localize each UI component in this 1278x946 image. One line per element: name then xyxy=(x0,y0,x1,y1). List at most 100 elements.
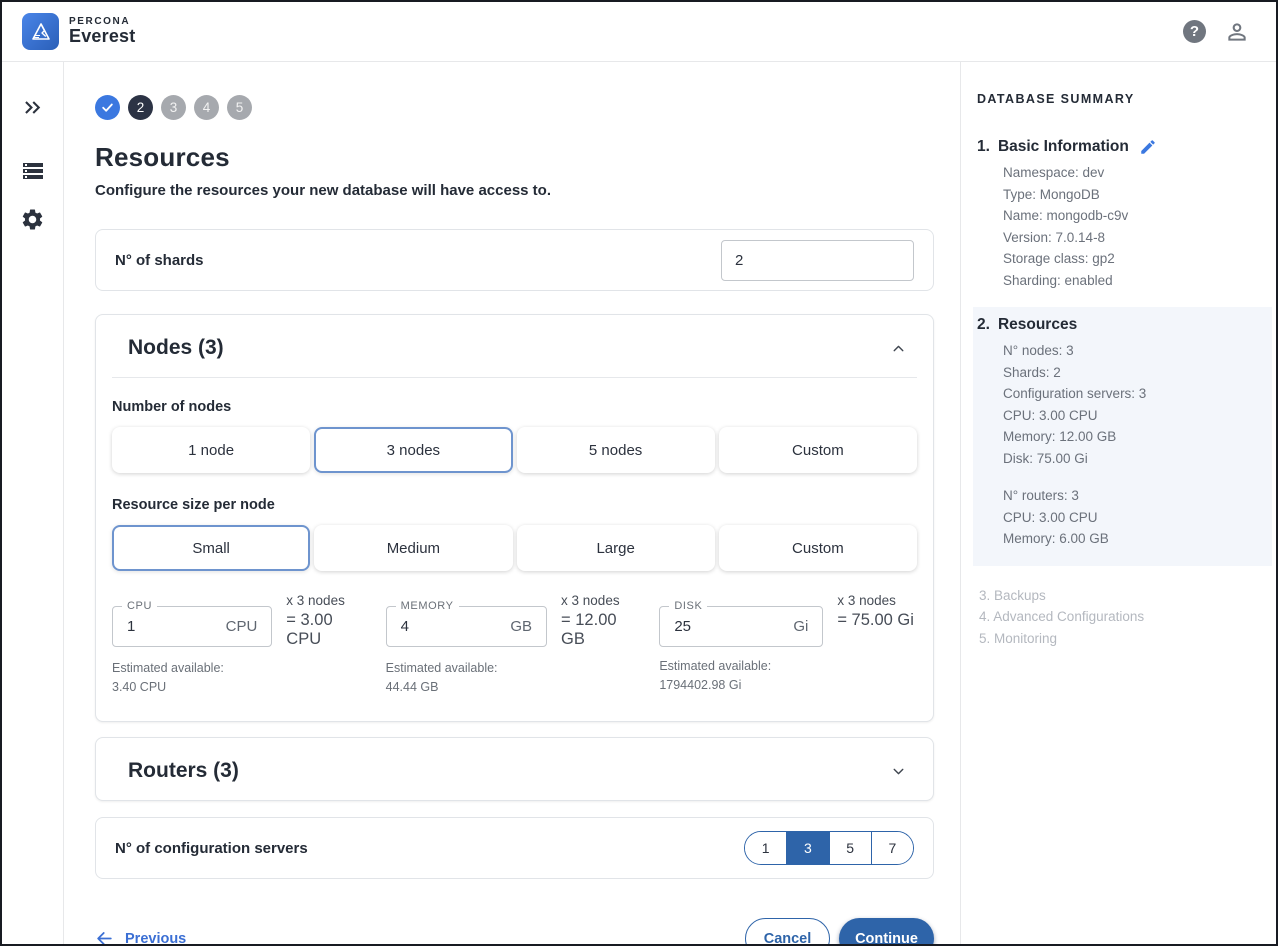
nodes-accordion: Nodes (3) Number of nodes 1 node 3 nodes… xyxy=(95,314,934,722)
summary-line-storage-class: Storage class: gp2 xyxy=(1003,248,1260,270)
disk-estimated-available: Estimated available: 1794402.98 Gi xyxy=(659,657,917,695)
summary-step-monitoring: 5. Monitoring xyxy=(979,628,1260,650)
config-servers-toggle-group: 1 3 5 7 xyxy=(744,831,914,865)
summary-line-config-servers: Configuration servers: 3 xyxy=(1003,383,1260,405)
summary-upcoming-steps: 3. Backups 4. Advanced Configurations 5.… xyxy=(977,585,1260,650)
shards-input[interactable] xyxy=(721,240,914,281)
cpu-estimated-available: Estimated available: 3.40 CPU xyxy=(112,659,370,697)
cpu-resource-column: CPU CPU x 3 nodes = 3.00 CPU E xyxy=(112,593,370,697)
brand-text: PERCONA Everest xyxy=(69,17,135,46)
arrow-left-icon xyxy=(95,929,114,944)
step-2-active[interactable]: 2 xyxy=(128,95,153,120)
routers-accordion-title: Routers (3) xyxy=(128,759,239,783)
summary-line-routers-cpu: CPU: 3.00 CPU xyxy=(1003,507,1260,529)
cpu-input-field[interactable]: CPU CPU xyxy=(112,606,272,647)
percona-everest-logo-icon xyxy=(22,13,59,50)
app-body: 2 3 4 5 Resources Configure the resource… xyxy=(2,62,1276,944)
previous-label: Previous xyxy=(125,931,186,945)
summary-gap xyxy=(1003,469,1260,485)
node-option-3-nodes[interactable]: 3 nodes xyxy=(314,427,512,473)
disk-resource-column: DISK Gi x 3 nodes = 75.00 Gi E xyxy=(659,593,917,697)
edit-basic-information-icon[interactable] xyxy=(1139,138,1157,156)
mountain-icon xyxy=(29,20,53,44)
summary-basic-number: 1. xyxy=(977,138,990,156)
memory-resource-column: MEMORY GB x 3 nodes = 12.00 GB xyxy=(386,593,644,697)
databases-list-icon[interactable] xyxy=(20,158,46,184)
config-servers-option-5[interactable]: 5 xyxy=(829,832,871,864)
memory-total: = 12.00 GB xyxy=(561,611,643,649)
step-1-completed[interactable] xyxy=(95,95,120,120)
cpu-input-label: CPU xyxy=(122,600,157,612)
memory-input-field[interactable]: MEMORY GB xyxy=(386,606,547,647)
config-servers-option-7[interactable]: 7 xyxy=(871,832,913,864)
routers-accordion-header[interactable]: Routers (3) xyxy=(96,738,933,800)
node-option-custom[interactable]: Custom xyxy=(719,427,917,473)
memory-estimated-available: Estimated available: 44.44 GB xyxy=(386,659,644,697)
size-option-medium[interactable]: Medium xyxy=(314,525,512,571)
summary-line-disk: Disk: 75.00 Gi xyxy=(1003,448,1260,470)
memory-estimated-label: Estimated available: xyxy=(386,659,644,678)
cpu-unit: CPU xyxy=(226,618,258,635)
disk-estimated-value: 1794402.98 Gi xyxy=(659,676,917,695)
nodes-accordion-title: Nodes (3) xyxy=(128,336,224,360)
memory-multiplier: x 3 nodes = 12.00 GB xyxy=(561,593,643,649)
summary-line-version: Version: 7.0.14-8 xyxy=(1003,227,1260,249)
disk-multiplier-nodes: x 3 nodes xyxy=(837,593,914,608)
disk-input-field[interactable]: DISK Gi xyxy=(659,606,823,647)
topbar-actions: ? xyxy=(1183,19,1250,45)
nodes-accordion-header[interactable]: Nodes (3) xyxy=(96,315,933,377)
memory-unit: GB xyxy=(510,618,532,635)
help-icon[interactable]: ? xyxy=(1183,20,1206,43)
main-content: 2 3 4 5 Resources Configure the resource… xyxy=(64,62,960,944)
cancel-button[interactable]: Cancel xyxy=(745,918,830,944)
size-option-small[interactable]: Small xyxy=(112,525,310,571)
memory-input[interactable] xyxy=(401,618,511,635)
config-servers-option-3[interactable]: 3 xyxy=(786,832,828,864)
wizard-stepper: 2 3 4 5 xyxy=(95,95,934,120)
disk-input[interactable] xyxy=(674,618,793,635)
left-rail xyxy=(2,62,64,944)
summary-line-routers-memory: Memory: 6.00 GB xyxy=(1003,528,1260,550)
step-5[interactable]: 5 xyxy=(227,95,252,120)
page-title: Resources xyxy=(95,142,934,173)
database-summary-title: DATABASE SUMMARY xyxy=(977,92,1260,106)
node-option-1-node[interactable]: 1 node xyxy=(112,427,310,473)
memory-estimated-value: 44.44 GB xyxy=(386,678,644,697)
accordion-divider xyxy=(112,377,917,378)
shards-label: N° of shards xyxy=(115,252,204,269)
disk-total: = 75.00 Gi xyxy=(837,611,914,630)
summary-line-type: Type: MongoDB xyxy=(1003,184,1260,206)
previous-button[interactable]: Previous xyxy=(95,929,186,944)
summary-resources-section: 2. Resources N° nodes: 3 Shards: 2 Confi… xyxy=(973,307,1272,566)
expand-sidebar-icon[interactable] xyxy=(20,94,46,120)
wizard-footer: Previous Cancel Continue xyxy=(95,918,934,944)
chevron-down-icon xyxy=(890,763,907,780)
resource-inputs-row: CPU CPU x 3 nodes = 3.00 CPU E xyxy=(112,593,917,697)
disk-multiplier: x 3 nodes = 75.00 Gi xyxy=(837,593,914,630)
summary-line-shards: Shards: 2 xyxy=(1003,362,1260,384)
summary-basic-information-section: 1. Basic Information Namespace: dev Type… xyxy=(977,138,1260,291)
node-count-toggle-group: 1 node 3 nodes 5 nodes Custom xyxy=(112,427,917,473)
disk-input-label: DISK xyxy=(669,600,707,612)
check-icon xyxy=(101,101,114,114)
resource-size-toggle-group: Small Medium Large Custom xyxy=(112,525,917,571)
step-4[interactable]: 4 xyxy=(194,95,219,120)
size-option-custom[interactable]: Custom xyxy=(719,525,917,571)
cpu-input[interactable] xyxy=(127,618,226,635)
user-account-icon[interactable] xyxy=(1224,19,1250,45)
shards-card: N° of shards xyxy=(95,229,934,291)
step-3[interactable]: 3 xyxy=(161,95,186,120)
page-subtitle: Configure the resources your new databas… xyxy=(95,182,934,199)
config-servers-option-1[interactable]: 1 xyxy=(745,832,786,864)
app-window: PERCONA Everest ? xyxy=(0,0,1278,946)
config-servers-label: N° of configuration servers xyxy=(115,840,308,857)
continue-button[interactable]: Continue xyxy=(839,918,934,944)
memory-input-label: MEMORY xyxy=(396,600,459,612)
size-option-large[interactable]: Large xyxy=(517,525,715,571)
routers-accordion: Routers (3) xyxy=(95,737,934,801)
disk-estimated-label: Estimated available: xyxy=(659,657,917,676)
summary-step-backups: 3. Backups xyxy=(979,585,1260,607)
node-option-5-nodes[interactable]: 5 nodes xyxy=(517,427,715,473)
brand: PERCONA Everest xyxy=(22,13,135,50)
settings-gear-icon[interactable] xyxy=(20,206,46,232)
